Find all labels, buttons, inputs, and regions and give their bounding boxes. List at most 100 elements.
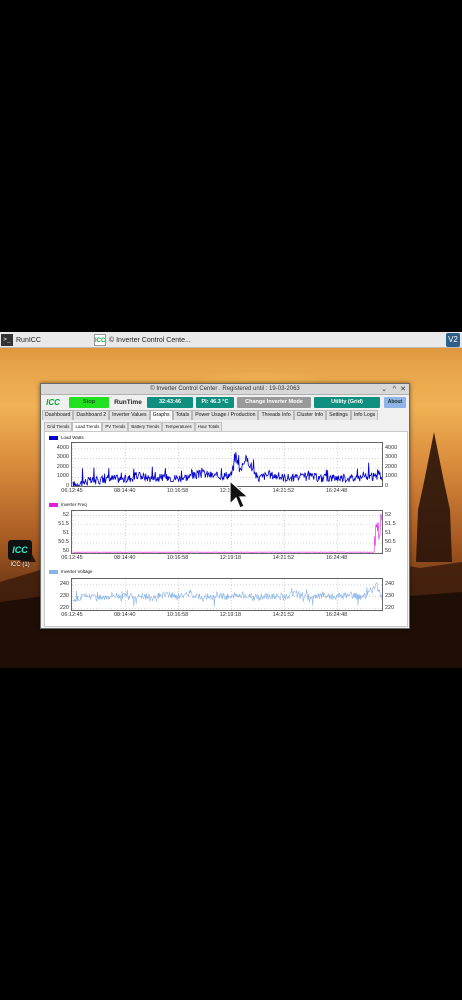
y-tick-label-right: 1000 xyxy=(385,473,398,480)
x-tick-label: 14:21:52 xyxy=(272,555,295,561)
graph-subtabs: Grid Trends Load Trends PV Trends Batter… xyxy=(44,422,223,431)
x-tick-label: 12:19:18 xyxy=(219,555,242,561)
window-titlebar[interactable]: © Inverter Control Center . Registered u… xyxy=(41,384,409,395)
y-tick-label-right: 51 xyxy=(385,529,392,536)
y-tick-label-left: 220 xyxy=(59,604,69,611)
y-tick-label-left: 51.5 xyxy=(58,520,69,527)
x-tick-label: 08:14:40 xyxy=(113,612,136,618)
tab-inverter-values[interactable]: Inverter Values xyxy=(109,410,150,420)
series-line xyxy=(72,582,382,607)
taskbar: >_ RunICC ICC © Inverter Control Cente..… xyxy=(0,332,462,348)
x-tick-label: 16:24:48 xyxy=(325,555,348,561)
chart-svg xyxy=(72,443,382,486)
taskbar-terminal-label: RunICC xyxy=(16,336,41,344)
taskbar-window-label: © Inverter Control Cente... xyxy=(109,336,191,344)
y-tick-label-left: 52 xyxy=(62,511,69,518)
icc-window: © Inverter Control Center . Registered u… xyxy=(40,383,410,629)
y-tick-label-right: 220 xyxy=(385,604,395,611)
y-tick-label-right: 0 xyxy=(385,483,389,489)
x-tick-label: 10:16:58 xyxy=(166,488,189,494)
mouse-pointer-icon xyxy=(229,480,249,509)
vnc-icon[interactable]: V2 xyxy=(446,333,460,347)
subtab-pv-trends[interactable]: PV Trends xyxy=(102,422,129,431)
runtime-value: 32:43:46 xyxy=(147,397,193,408)
subtab-battery-trends[interactable]: Battery Trends xyxy=(128,422,163,431)
load-watts-plot xyxy=(71,442,383,487)
inverter-freq-swatch xyxy=(49,502,58,507)
load-watts-swatch xyxy=(49,435,58,440)
icc-logo: ICC xyxy=(46,398,60,407)
inverter-freq-legend: Inverter Freq xyxy=(49,502,87,507)
tab-dashboard[interactable]: Dashboard xyxy=(42,410,74,420)
subtab-grid-trends[interactable]: Grid Trends xyxy=(44,422,73,431)
x-tick-label: 06:12:45 xyxy=(61,612,83,618)
desktop-icon-label: ICC (1) xyxy=(10,562,30,568)
y-tick-label-left: 240 xyxy=(59,580,69,587)
window-title: © Inverter Control Center . Registered u… xyxy=(150,386,300,392)
graph-area: Load Watts 0 0 1000 1000 2000 2000 3000 3000 400… xyxy=(44,431,408,627)
tab-info-logs[interactable]: Info Logs xyxy=(350,410,379,420)
subtab-hour-totals[interactable]: Hour Totals xyxy=(194,422,223,431)
desktop-icon-icc[interactable]: ICC ICC (1) xyxy=(5,540,35,568)
toolbar: ICC Stop RunTime 32:43:46 PI: 46.3 °C Ch… xyxy=(41,396,409,409)
chart-svg xyxy=(72,579,382,610)
y-tick-label-right: 230 xyxy=(385,592,395,599)
tab-power-usage-production[interactable]: Power Usage / Production xyxy=(192,410,259,420)
x-tick-label: 16:24:48 xyxy=(325,488,348,494)
inverter-freq-legend-label: Inverter Freq xyxy=(61,502,87,507)
x-tick-label: 08:14:40 xyxy=(113,488,136,494)
inverter-voltage-legend: Inverter Voltage xyxy=(49,569,93,574)
x-tick-label: 12:19:18 xyxy=(219,612,242,618)
stop-button[interactable]: Stop xyxy=(69,397,109,408)
pi-temperature: PI: 46.3 °C xyxy=(196,397,234,408)
y-tick-label-right: 2000 xyxy=(385,463,398,470)
y-tick-label-right: 3000 xyxy=(385,454,398,461)
main-tabs: Dashboard Dashboard 2 Inverter Values Gr… xyxy=(42,410,379,420)
icc-desktop-icon: ICC xyxy=(8,540,32,560)
maximize-icon[interactable]: ^ xyxy=(393,384,396,395)
subtab-temperatures[interactable]: Temperatures xyxy=(162,422,195,431)
x-tick-label: 16:24:48 xyxy=(325,612,348,618)
terminal-icon: >_ xyxy=(1,334,13,346)
y-tick-label-right: 50.5 xyxy=(385,539,396,546)
x-tick-label: 06:12:45 xyxy=(61,488,83,494)
y-tick-label-left: 51 xyxy=(62,529,69,536)
tab-settings[interactable]: Settings xyxy=(326,410,351,420)
y-tick-label-left: 230 xyxy=(59,592,69,599)
close-icon[interactable]: ✕ xyxy=(400,384,406,395)
x-tick-label: 14:21:52 xyxy=(272,488,295,494)
inverter-voltage-legend-label: Inverter Voltage xyxy=(61,569,93,574)
x-tick-label: 06:12:45 xyxy=(61,555,83,561)
chart-svg xyxy=(72,511,382,553)
tab-graphs[interactable]: Graphs xyxy=(149,410,173,420)
series-line xyxy=(72,514,382,553)
about-button[interactable]: About xyxy=(384,397,406,408)
tab-totals[interactable]: Totals xyxy=(172,410,193,420)
load-watts-legend: Load Watts xyxy=(49,435,84,440)
y-tick-label-left: 1000 xyxy=(56,473,69,480)
x-tick-label: 10:16:58 xyxy=(166,612,189,618)
y-tick-label-left: 50 xyxy=(62,548,69,555)
taskbar-window-button[interactable]: ICC © Inverter Control Cente... xyxy=(94,333,191,347)
x-tick-label: 10:16:58 xyxy=(166,555,189,561)
load-watts-legend-label: Load Watts xyxy=(61,435,84,440)
runtime-label: RunTime xyxy=(114,399,142,406)
minimize-icon[interactable]: ⌄ xyxy=(381,384,387,395)
y-tick-label-left: 3000 xyxy=(56,454,69,461)
inverter-freq-plot xyxy=(71,510,383,554)
y-tick-label-left: 2000 xyxy=(56,463,69,470)
tab-cluster-info[interactable]: Cluster Info xyxy=(293,410,327,420)
inverter-voltage-plot xyxy=(71,578,383,611)
subtab-load-trends[interactable]: Load Trends xyxy=(72,422,103,431)
tab-dashboard-2[interactable]: Dashboard 2 xyxy=(73,410,110,420)
tab-threads-info[interactable]: Threads Info xyxy=(258,410,294,420)
y-tick-label-right: 52 xyxy=(385,511,392,518)
series-line xyxy=(72,451,382,486)
x-tick-label: 14:21:52 xyxy=(272,612,295,618)
x-tick-label: 08:14:40 xyxy=(113,555,136,561)
inverter-voltage-swatch xyxy=(49,569,58,574)
taskbar-terminal-button[interactable]: >_ RunICC xyxy=(1,333,41,347)
desktop-screen: >_ RunICC ICC © Inverter Control Cente..… xyxy=(0,332,462,668)
icc-app-icon: ICC xyxy=(94,334,106,346)
change-inverter-mode-button[interactable]: Change Inverter Mode xyxy=(237,397,311,408)
